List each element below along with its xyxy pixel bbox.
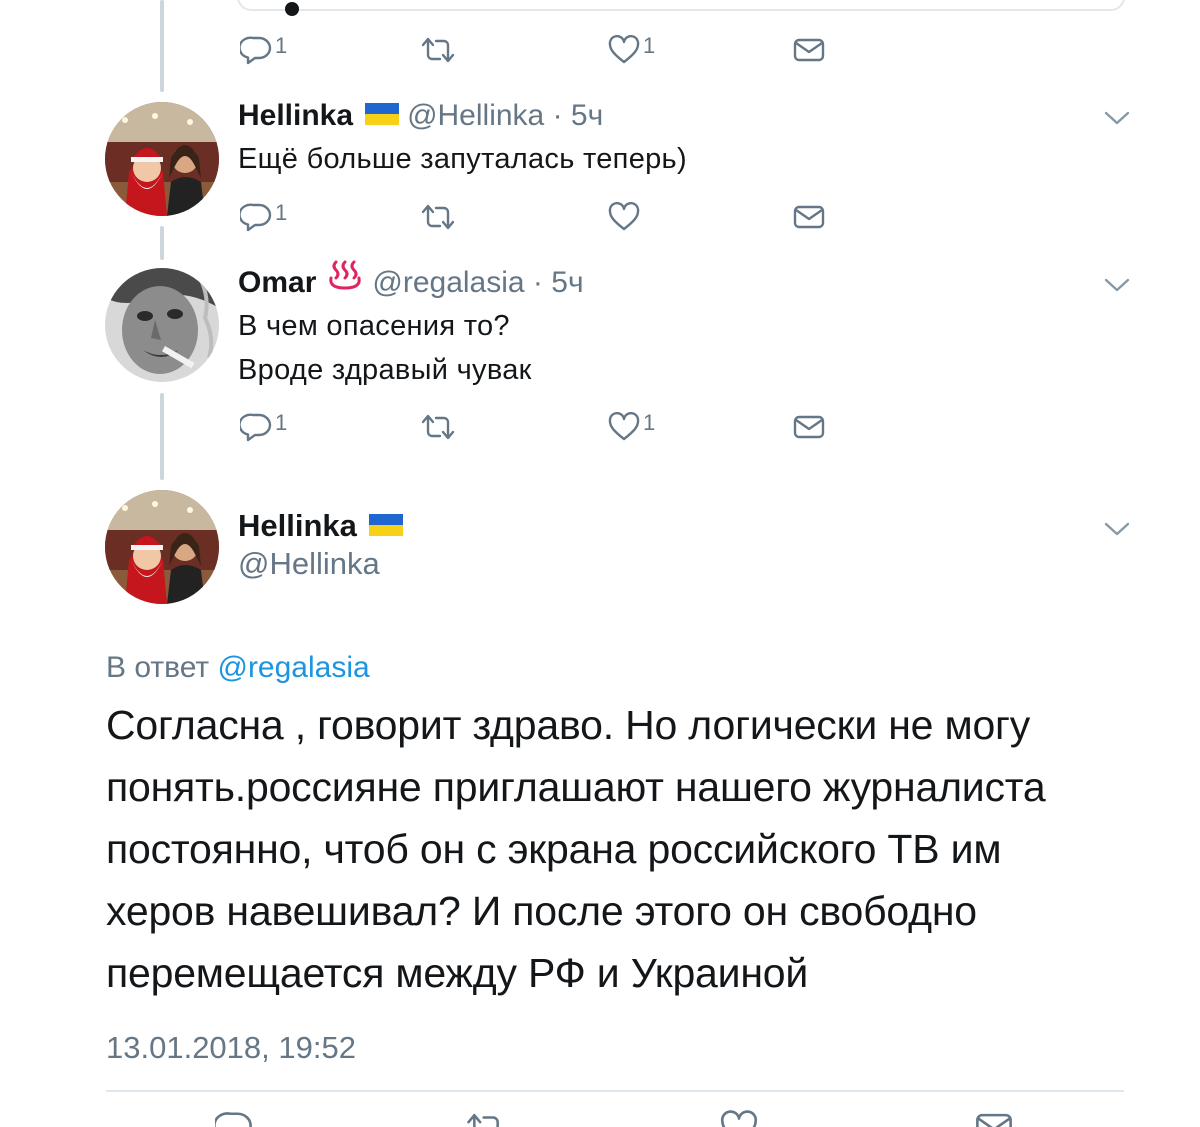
thread-line bbox=[160, 0, 164, 92]
author-handle[interactable]: @regalasia bbox=[372, 266, 524, 299]
main-tweet-line: перемещается между РФ и Украиной bbox=[106, 950, 809, 996]
like-button[interactable] bbox=[608, 200, 643, 234]
retweet-button[interactable] bbox=[420, 410, 459, 444]
reply-icon bbox=[240, 36, 272, 65]
like-count: 1 bbox=[643, 410, 656, 435]
ukraine-flag-icon bbox=[365, 103, 400, 126]
main-tweet-line: постоянно, чтоб он с экрана российского … bbox=[106, 826, 1002, 872]
main-tweet-actions bbox=[215, 1108, 1035, 1127]
envelope-icon[interactable] bbox=[975, 1110, 1013, 1127]
tweet-actions: 1 1 bbox=[240, 33, 840, 67]
reply-context: В ответ @regalasia bbox=[106, 648, 370, 688]
reply-icon[interactable] bbox=[215, 1110, 253, 1127]
separator: · bbox=[532, 266, 543, 299]
ukraine-flag-icon bbox=[368, 513, 403, 536]
avatar[interactable] bbox=[105, 490, 219, 604]
chevron-down-icon[interactable] bbox=[1104, 110, 1130, 126]
like-button[interactable]: 1 bbox=[608, 33, 655, 67]
author-name[interactable]: Hellinka bbox=[238, 508, 357, 543]
heart-icon bbox=[608, 412, 640, 441]
dm-button[interactable] bbox=[793, 200, 825, 234]
tweet-timestamp[interactable]: 13.01.2018, 19:52 bbox=[106, 1028, 356, 1068]
like-count: 1 bbox=[643, 33, 656, 58]
retweet-button[interactable] bbox=[420, 200, 459, 234]
reply-icon bbox=[240, 413, 272, 442]
heart-icon bbox=[608, 35, 640, 64]
like-button[interactable]: 1 bbox=[608, 410, 655, 444]
main-tweet-text: Согласна , говорит здраво. Но логически … bbox=[106, 694, 1116, 1004]
tweet-actions: 1 1 bbox=[240, 410, 840, 444]
reply-count: 1 bbox=[275, 410, 288, 435]
reply-mention-link[interactable]: @regalasia bbox=[217, 651, 369, 684]
main-tweet-line: понять.россияне приглашают нашего журнал… bbox=[106, 764, 1046, 810]
reply-button[interactable]: 1 bbox=[240, 200, 287, 234]
tweet-time[interactable]: 5ч bbox=[571, 99, 603, 132]
tweet-text-line: Ещё больше запуталась теперь) bbox=[238, 143, 687, 175]
tweet-text: Ещё больше запуталась теперь) bbox=[238, 137, 687, 181]
quoted-tweet-card[interactable] bbox=[237, 0, 1125, 16]
tweet-header: Hellinka @Hellinka · 5ч bbox=[238, 97, 603, 135]
envelope-icon bbox=[793, 205, 825, 229]
reply-icon bbox=[240, 203, 272, 232]
reply-count: 1 bbox=[275, 33, 288, 58]
author-name[interactable]: Omar bbox=[238, 266, 316, 299]
separator: · bbox=[552, 99, 563, 132]
retweet-icon bbox=[421, 414, 455, 440]
avatar[interactable] bbox=[105, 102, 219, 216]
thread-line bbox=[160, 393, 164, 480]
chevron-down-icon[interactable] bbox=[1104, 277, 1130, 293]
retweet-button[interactable] bbox=[420, 33, 459, 67]
thread-line bbox=[160, 226, 164, 260]
quoted-avatar bbox=[285, 2, 299, 16]
tweet-time[interactable]: 5ч bbox=[551, 266, 583, 299]
tweet-actions: 1 bbox=[240, 200, 840, 234]
retweet-icon bbox=[421, 37, 455, 63]
tweet-text-line: В чем опасения то? bbox=[238, 310, 510, 342]
author-header: Hellinka bbox=[238, 506, 411, 546]
tweet-text-line: Вроде здравый чувак bbox=[238, 354, 532, 386]
hot-springs-icon bbox=[328, 260, 362, 300]
tweet-text: В чем опасения то? Вроде здравый чувак bbox=[238, 304, 532, 392]
reply-button[interactable]: 1 bbox=[240, 33, 287, 67]
dm-button[interactable] bbox=[793, 410, 825, 444]
main-tweet-line: Согласна , говорит здраво. Но логически … bbox=[106, 702, 1031, 748]
heart-icon bbox=[608, 202, 640, 231]
envelope-icon bbox=[793, 38, 825, 62]
divider bbox=[106, 1090, 1124, 1092]
reply-button[interactable]: 1 bbox=[240, 410, 287, 444]
retweet-icon[interactable] bbox=[465, 1110, 507, 1127]
author-handle[interactable]: @Hellinka bbox=[407, 99, 544, 132]
reply-count: 1 bbox=[275, 200, 288, 225]
dm-button[interactable] bbox=[793, 33, 825, 67]
author-handle[interactable]: @Hellinka bbox=[238, 544, 380, 584]
reply-prefix: В ответ bbox=[106, 651, 210, 684]
retweet-icon bbox=[421, 204, 455, 230]
chevron-down-icon[interactable] bbox=[1104, 521, 1130, 537]
author-name[interactable]: Hellinka bbox=[238, 99, 353, 132]
main-tweet-line: херов навешивал? И после этого он свобод… bbox=[106, 888, 977, 934]
avatar[interactable] bbox=[105, 268, 219, 382]
heart-icon[interactable] bbox=[720, 1110, 758, 1127]
envelope-icon bbox=[793, 415, 825, 439]
tweet-header: Omar @regalasia · 5ч bbox=[238, 260, 584, 304]
